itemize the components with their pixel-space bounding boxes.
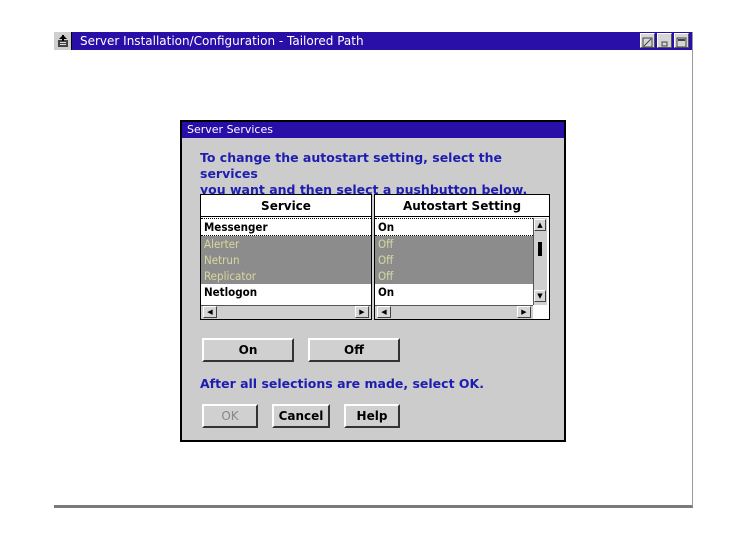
scroll-left-icon[interactable]: ◀ bbox=[203, 306, 217, 318]
scroll-right-icon[interactable]: ▶ bbox=[517, 306, 531, 318]
autostart-row-netlogon[interactable]: On bbox=[375, 284, 533, 300]
service-horizontal-scrollbar[interactable]: ◀ ▶ bbox=[201, 305, 371, 319]
autostart-row-netrun[interactable]: Off bbox=[375, 252, 533, 268]
autostart-row-messenger[interactable]: On bbox=[375, 218, 533, 236]
service-row-alerter[interactable]: Alerter bbox=[201, 236, 371, 252]
service-row-replicator[interactable]: Replicator bbox=[201, 268, 371, 284]
hide-icon[interactable] bbox=[640, 33, 655, 48]
on-button[interactable]: On bbox=[202, 338, 294, 362]
service-row-netrun[interactable]: Netrun bbox=[201, 252, 371, 268]
autostart-column-header: Autostart Setting bbox=[375, 195, 549, 217]
instruction-line-1: To change the autostart setting, select … bbox=[200, 150, 503, 181]
autostart-row-alerter[interactable]: Off bbox=[375, 236, 533, 252]
cancel-button[interactable]: Cancel bbox=[272, 404, 330, 428]
title-bar[interactable]: Server Installation/Configuration - Tail… bbox=[54, 32, 692, 50]
service-row-netlogon[interactable]: Netlogon bbox=[201, 284, 371, 300]
ok-button[interactable]: OK bbox=[202, 404, 258, 428]
service-rows: Messenger Alerter Netrun Replicator Netl… bbox=[201, 218, 371, 300]
autostart-list[interactable]: Autostart Setting On Off Off Off On ▲ ▼ … bbox=[374, 194, 550, 320]
window-title: Server Installation/Configuration - Tail… bbox=[80, 34, 364, 48]
autostart-rows: On Off Off Off On bbox=[375, 218, 533, 300]
maximize-icon[interactable] bbox=[674, 33, 689, 48]
system-menu-icon[interactable] bbox=[54, 32, 72, 50]
off-button[interactable]: Off bbox=[308, 338, 400, 362]
minimize-icon[interactable] bbox=[657, 33, 672, 48]
service-row-messenger[interactable]: Messenger bbox=[201, 218, 371, 236]
autostart-row-replicator[interactable]: Off bbox=[375, 268, 533, 284]
dialog-title[interactable]: Server Services bbox=[182, 122, 564, 138]
scroll-down-icon[interactable]: ▼ bbox=[534, 290, 546, 302]
server-services-dialog: Server Services To change the autostart … bbox=[180, 120, 566, 442]
instruction-text: To change the autostart setting, select … bbox=[200, 150, 550, 198]
after-selection-text: After all selections are made, select OK… bbox=[200, 376, 484, 391]
help-button[interactable]: Help bbox=[344, 404, 400, 428]
scroll-thumb[interactable] bbox=[538, 242, 542, 256]
scroll-left-icon[interactable]: ◀ bbox=[377, 306, 391, 318]
autostart-vertical-scrollbar[interactable]: ▲ ▼ bbox=[533, 218, 547, 305]
service-list[interactable]: Service Messenger Alerter Netrun Replica… bbox=[200, 194, 372, 320]
scroll-up-icon[interactable]: ▲ bbox=[534, 219, 546, 231]
scroll-right-icon[interactable]: ▶ bbox=[355, 306, 369, 318]
autostart-horizontal-scrollbar[interactable]: ◀ ▶ bbox=[375, 305, 533, 319]
service-column-header: Service bbox=[201, 195, 371, 217]
